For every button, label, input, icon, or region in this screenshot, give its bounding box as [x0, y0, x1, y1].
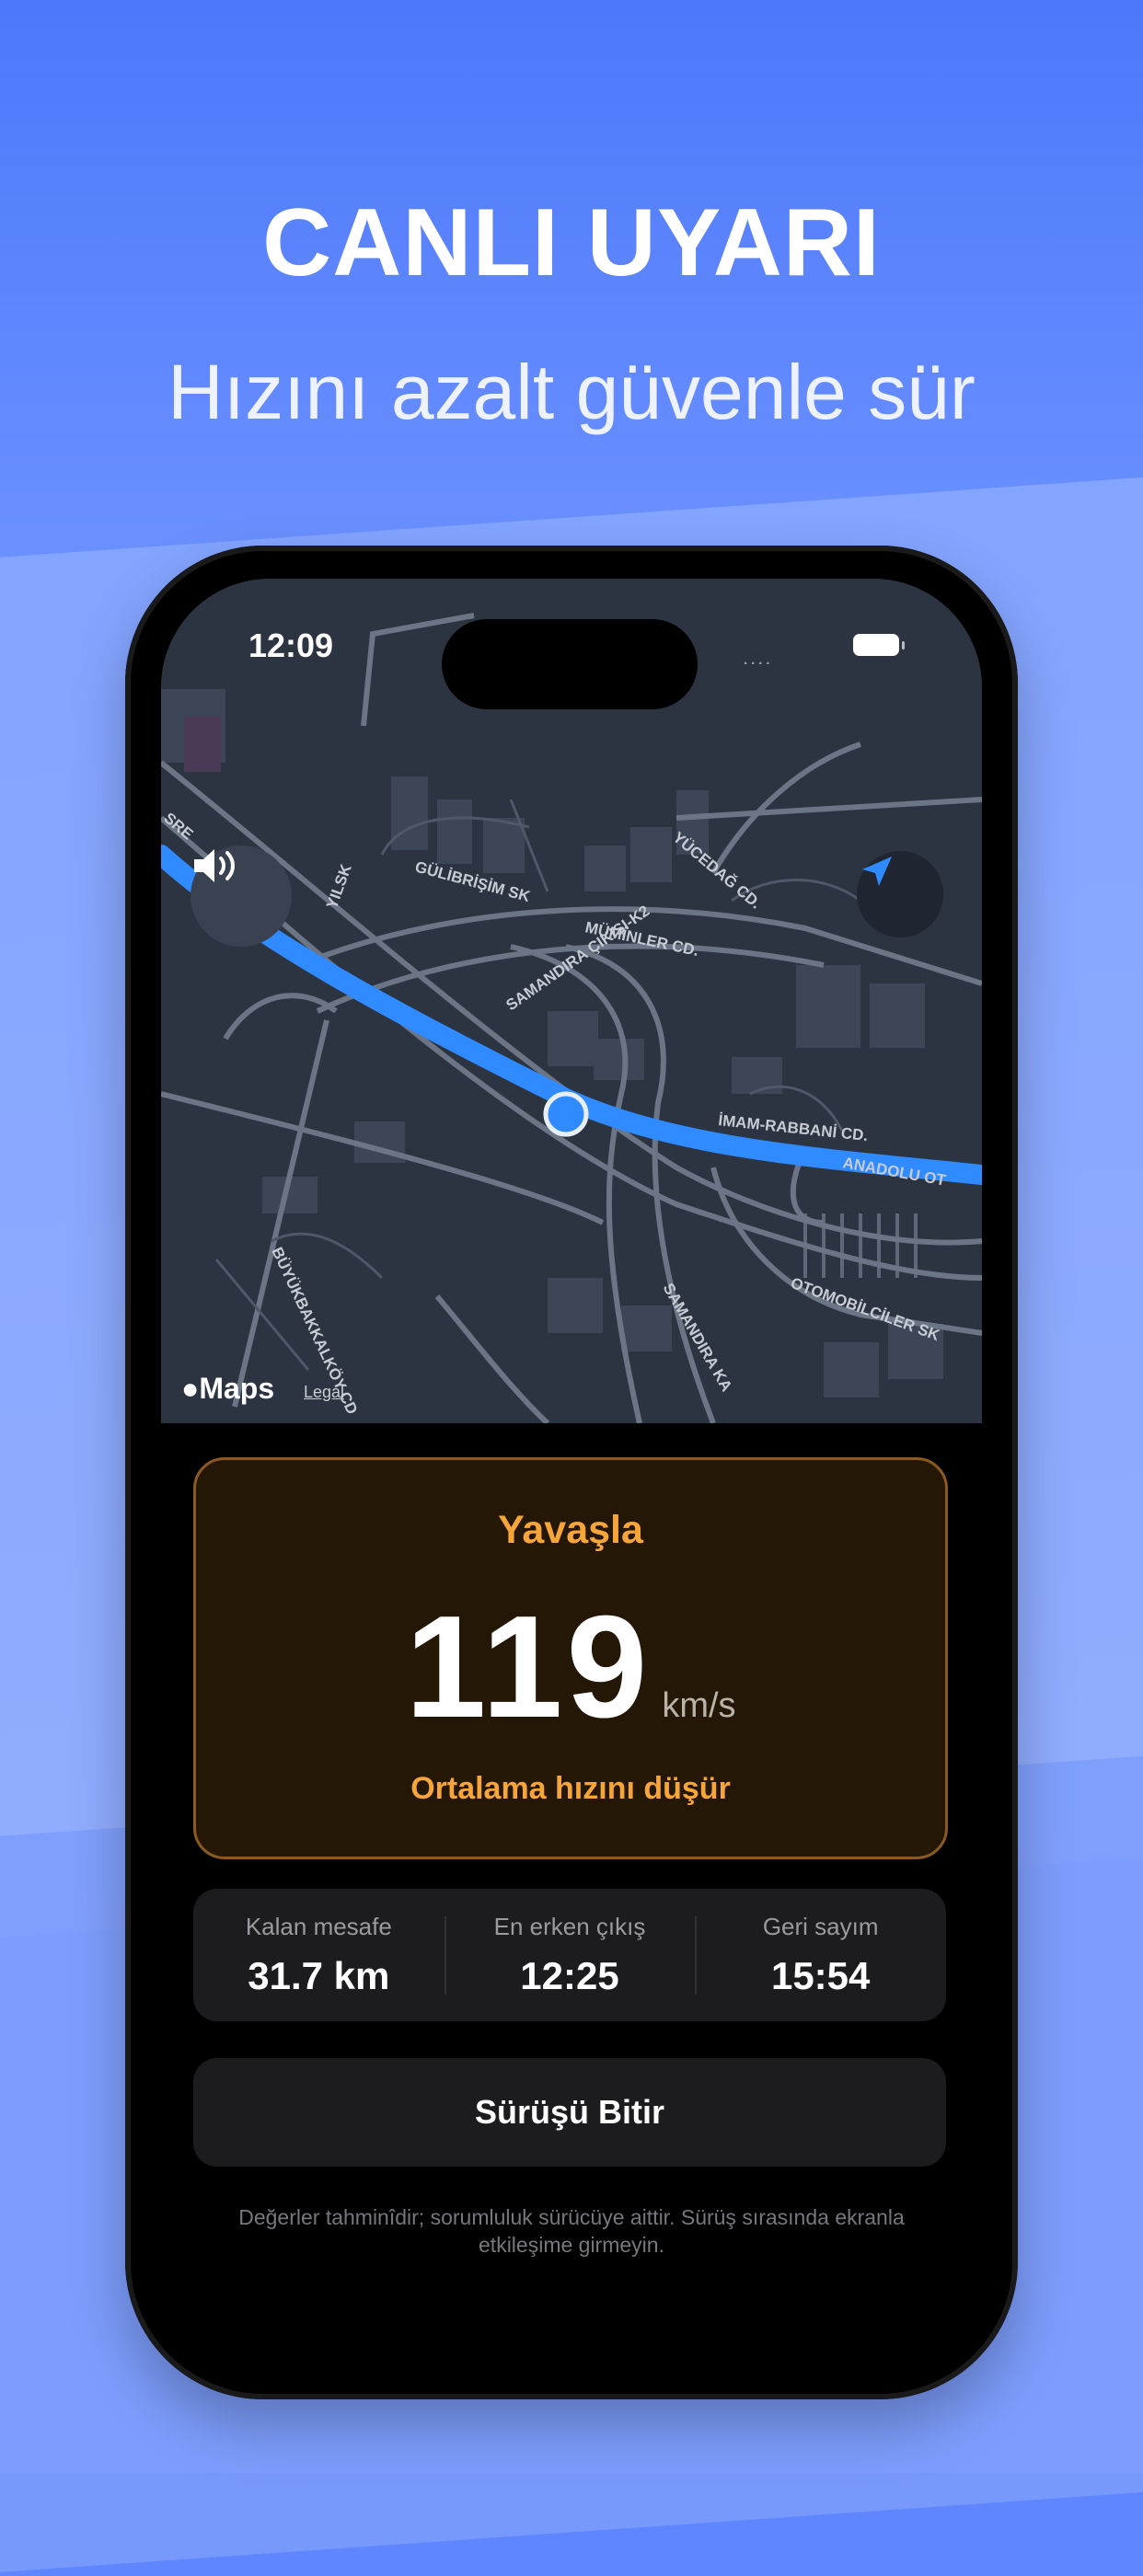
phone-screen: GÜLİBRİŞİM SK MÜMİNLER CD. YÜCEDAĞ CD. S…: [161, 579, 982, 2367]
street-label: OTOMOBİLCİLER SK: [789, 1274, 943, 1344]
apple-logo-icon: ●: [181, 1372, 200, 1405]
street-label: YÜCEDAĞ CD.: [669, 829, 764, 913]
wifi-icon: [162, 579, 197, 604]
alert-speed-row: 119 km/s: [196, 1584, 945, 1751]
stat-remaining-distance: Kalan mesafe 31.7 km: [193, 1889, 444, 2021]
status-time: 12:09: [248, 627, 334, 664]
stat-label: Kalan mesafe: [245, 1913, 392, 1940]
dynamic-island: [442, 619, 698, 709]
current-speed: 119: [405, 1586, 652, 1748]
stat-value: 31.7 km: [248, 1954, 390, 1997]
trip-stats: Kalan mesafe 31.7 km En erken çıkış 12:2…: [193, 1889, 946, 2021]
disclaimer-text: Değerler tahminîdir; sorumluluk sürücüye…: [238, 2205, 905, 2257]
street-label: SRE: [161, 810, 196, 844]
alert-title: Yavaşla: [498, 1508, 643, 1552]
sound-toggle-button[interactable]: [190, 845, 292, 947]
map-view[interactable]: GÜLİBRİŞİM SK MÜMİNLER CD. YÜCEDAĞ CD. S…: [161, 579, 982, 1423]
stat-label: Geri sayım: [762, 1913, 879, 1940]
location-arrow-icon: [862, 857, 892, 886]
promo-subline: Hızını azalt güvenle sür: [167, 349, 976, 435]
stat-value: 15:54: [770, 1954, 871, 1997]
speed-alert-card: Yavaşla 119 km/s Ortalama hızını düşür: [193, 1457, 948, 1859]
cellular-signal-icon: ....: [743, 646, 773, 669]
apple-maps-logo: ●Maps: [181, 1372, 275, 1405]
alert-subtitle: Ortalama hızını düşür: [410, 1771, 731, 1806]
street-label: SAMANDIRA ÇIKIŞI-K2: [502, 902, 652, 1014]
stat-label: En erken çıkış: [493, 1913, 646, 1940]
stat-value: 12:25: [520, 1954, 619, 1997]
stat-earliest-exit: En erken çıkış 12:25: [444, 1889, 696, 2021]
finish-drive-button[interactable]: Sürüşü Bitir: [193, 2058, 946, 2167]
speed-unit: km/s: [662, 1686, 736, 1725]
stat-countdown: Geri sayım 15:54: [695, 1889, 946, 2021]
recenter-button[interactable]: [857, 851, 943, 937]
promo-headline: CANLI UYARI: [262, 190, 881, 296]
battery-icon: [853, 634, 905, 656]
street-label: YILSK: [323, 861, 355, 911]
speaker-icon: [194, 849, 235, 882]
phone-frame: GÜLİBRİŞİM SK MÜMİNLER CD. YÜCEDAĞ CD. S…: [125, 546, 1018, 2399]
legal-link[interactable]: Legal: [304, 1383, 344, 1402]
